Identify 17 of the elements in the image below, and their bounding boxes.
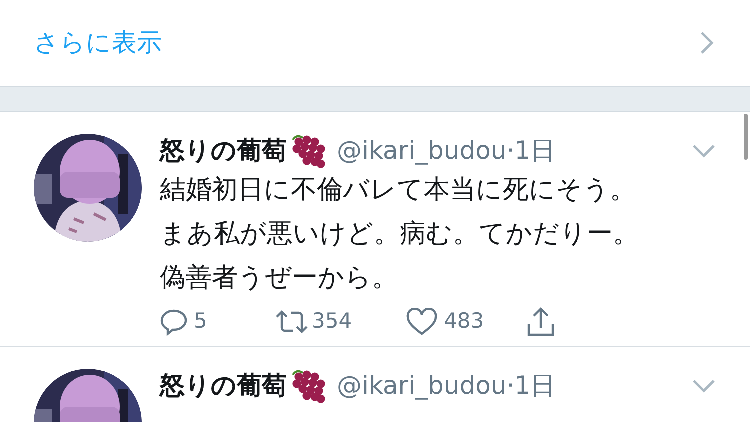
scrollbar[interactable] [744,114,748,160]
timestamp: ·1日 [506,135,556,168]
heart-icon[interactable] [406,308,438,336]
like-count: 483 [444,308,486,336]
tweet-text: 結婚初日に不倫バレて本当に死にそう。 まあ私が悪いけど。病む。てかだりー。 偽善者うぜーから。 [160,174,640,295]
show-more-link[interactable]: さらに表示 [34,24,162,62]
timestamp: ·1日 [506,370,556,402]
user-handle[interactable]: @ikari_budou [337,367,507,405]
user-name[interactable]: 怒りの葡萄 [160,132,287,170]
reply-count: 5 [194,308,208,336]
retweet-icon[interactable] [274,308,310,336]
speech-bubble-icon[interactable] [160,308,188,336]
retweet-count: 354 [312,308,354,336]
user-name[interactable]: 怒りの葡萄 [160,367,287,405]
user-handle[interactable]: @ikari_budou [337,132,507,170]
share-icon[interactable] [526,306,556,338]
chevron-right-icon [700,31,714,55]
